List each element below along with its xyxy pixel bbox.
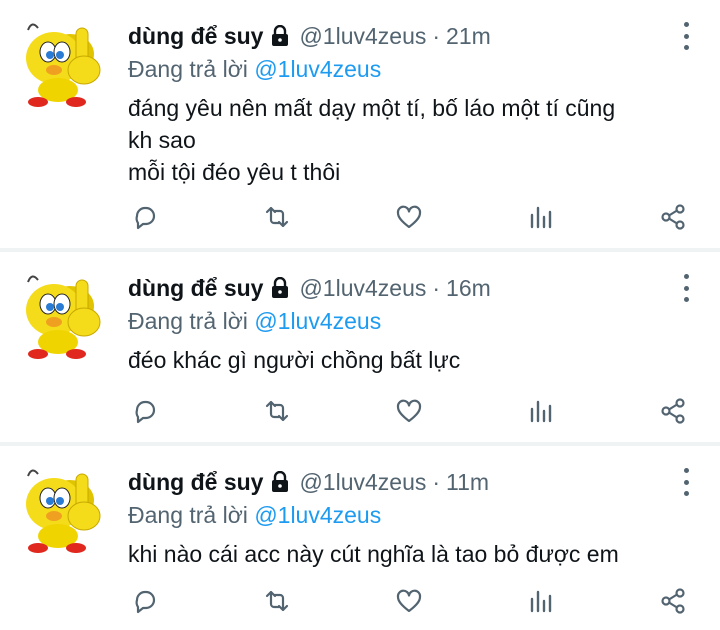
avatar[interactable] [18, 456, 110, 554]
reply-button[interactable] [128, 200, 162, 234]
heart-icon [396, 589, 422, 613]
author-name[interactable]: dùng để suy [128, 469, 263, 496]
retweet-button[interactable] [260, 200, 294, 234]
reply-button[interactable] [128, 584, 162, 618]
reply-button[interactable] [128, 394, 162, 428]
views-icon [530, 206, 552, 229]
author-name[interactable]: dùng để suy [128, 275, 263, 302]
more-vertical-icon[interactable] [682, 274, 690, 302]
retweet-icon [265, 206, 289, 228]
author-handle[interactable]: @1luv4zeus [299, 23, 426, 50]
author-handle[interactable]: @1luv4zeus [299, 469, 426, 496]
mention-link[interactable]: @1luv4zeus [254, 502, 381, 528]
tweet-header: dùng để suy @1luv4zeus · 16m [128, 270, 702, 306]
replying-to: Đang trả lời @1luv4zeus [128, 306, 702, 336]
views-button[interactable] [524, 394, 558, 428]
tweet-actions [128, 394, 690, 428]
tweet-actions [128, 584, 690, 618]
heart-icon [396, 205, 422, 229]
tweet-header: dùng để suy @1luv4zeus · 21m [128, 18, 702, 54]
tweet-text-line: mỗi tội đéo yêu t thôi [128, 159, 341, 185]
lock-icon [272, 277, 289, 298]
tweet-text: khi nào cái acc này cút nghĩa là tao bỏ … [128, 538, 702, 570]
lock-icon [272, 471, 289, 492]
reply-icon [135, 590, 156, 614]
like-button[interactable] [392, 394, 426, 428]
like-button[interactable] [392, 200, 426, 234]
replying-prefix: Đang trả lời [128, 502, 248, 528]
tweet-text-line: khi nào cái acc này cút nghĩa là tao bỏ … [128, 541, 619, 567]
retweet-icon [265, 400, 289, 422]
mention-link[interactable]: @1luv4zeus [254, 56, 381, 82]
tweet-text: đáng yêu nên mất dạy một tí, bố láo một … [128, 92, 702, 188]
lock-icon [272, 25, 289, 46]
tweet-text-line: kh sao [128, 127, 196, 153]
heart-icon [396, 399, 422, 423]
share-button[interactable] [656, 584, 690, 618]
avatar[interactable] [18, 262, 110, 360]
replying-to: Đang trả lời @1luv4zeus [128, 500, 702, 530]
timestamp[interactable]: 11m [446, 469, 489, 496]
author-handle[interactable]: @1luv4zeus [299, 275, 426, 302]
avatar[interactable] [18, 10, 110, 108]
replying-to: Đang trả lời @1luv4zeus [128, 54, 702, 84]
reply-icon [135, 206, 156, 230]
views-button[interactable] [524, 200, 558, 234]
share-button[interactable] [656, 200, 690, 234]
replying-prefix: Đang trả lời [128, 56, 248, 82]
views-icon [530, 400, 552, 423]
share-icon [661, 588, 685, 614]
retweet-icon [265, 590, 289, 612]
reply-icon [135, 400, 156, 424]
retweet-button[interactable] [260, 584, 294, 618]
tweet-actions [128, 200, 690, 234]
more-vertical-icon[interactable] [682, 468, 690, 496]
tweet-text: đéo khác gì người chồng bất lực [128, 344, 702, 376]
share-icon [661, 398, 685, 424]
tweet-text-line: đáng yêu nên mất dạy một tí, bố láo một … [128, 95, 616, 121]
tweet[interactable]: dùng để suy @1luv4zeus · 16m Đang trả lờ… [0, 252, 720, 442]
retweet-button[interactable] [260, 394, 294, 428]
separator-dot: · [432, 468, 441, 495]
replying-prefix: Đang trả lời [128, 308, 248, 334]
tweet-text-line: đéo khác gì người chồng bất lực [128, 347, 461, 373]
share-button[interactable] [656, 394, 690, 428]
views-icon [530, 590, 552, 613]
views-button[interactable] [524, 584, 558, 618]
tweet-header: dùng để suy @1luv4zeus · 11m [128, 464, 702, 500]
author-name[interactable]: dùng để suy [128, 23, 263, 50]
timestamp[interactable]: 16m [446, 275, 491, 302]
separator-dot: · [432, 22, 441, 49]
separator-dot: · [432, 274, 441, 301]
tweet-feed: dùng để suy @1luv4zeus · 21m Đang trả lờ… [0, 0, 720, 630]
more-vertical-icon[interactable] [682, 22, 690, 50]
mention-link[interactable]: @1luv4zeus [254, 308, 381, 334]
like-button[interactable] [392, 584, 426, 618]
tweet[interactable]: dùng để suy @1luv4zeus · 11m Đang trả lờ… [0, 446, 720, 630]
tweet[interactable]: dùng để suy @1luv4zeus · 21m Đang trả lờ… [0, 0, 720, 248]
share-icon [661, 204, 685, 230]
timestamp[interactable]: 21m [446, 23, 491, 50]
